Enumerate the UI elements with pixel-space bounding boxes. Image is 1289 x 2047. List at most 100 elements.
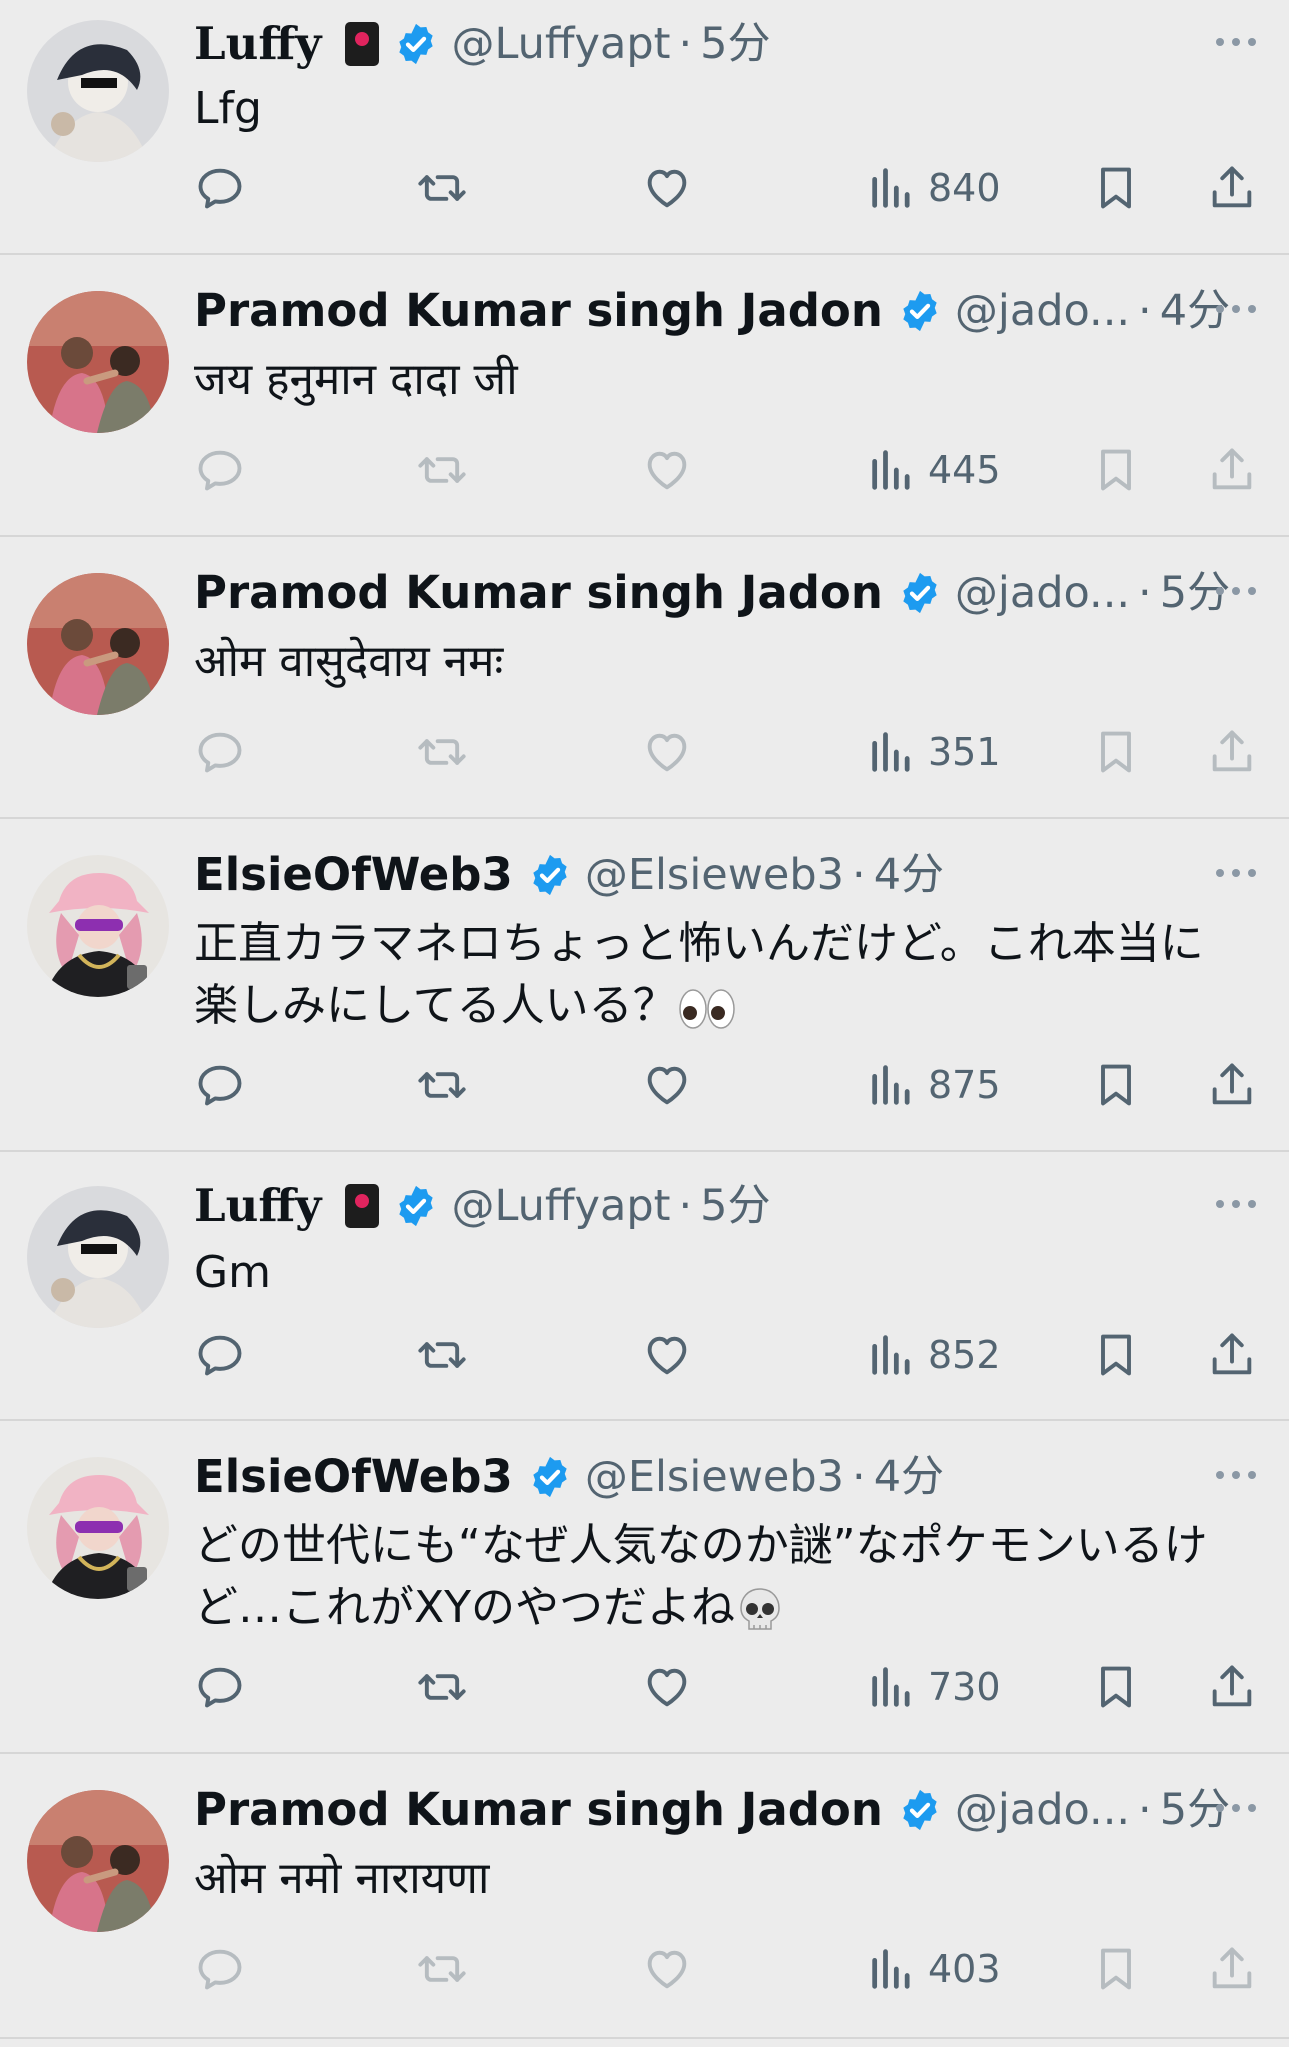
display-name[interactable]: Pramod Kumar singh Jadon	[194, 1784, 883, 1836]
views-count: 730	[928, 1665, 1001, 1709]
like-button[interactable]	[641, 1055, 693, 1115]
reply-button[interactable]	[194, 1657, 246, 1717]
bookmark-button[interactable]	[1090, 1325, 1142, 1385]
share-button[interactable]	[1206, 1939, 1258, 1999]
avatar[interactable]	[27, 855, 169, 997]
reply-button[interactable]	[194, 1055, 246, 1115]
avatar[interactable]	[27, 573, 169, 715]
views-count: 840	[928, 166, 1001, 210]
bookmark-button[interactable]	[1090, 1939, 1142, 1999]
avatar[interactable]	[27, 1186, 169, 1328]
views-button[interactable]: 840	[866, 158, 1001, 218]
like-button[interactable]	[641, 440, 693, 500]
reply-button[interactable]	[194, 1325, 246, 1385]
share-button[interactable]	[1206, 440, 1258, 500]
retweet-button[interactable]	[416, 1055, 468, 1115]
reply-button[interactable]	[194, 440, 246, 500]
action-bar: 852	[0, 1325, 1289, 1385]
share-button[interactable]	[1206, 1325, 1258, 1385]
tweet-text: जय हनुमान दादा जी	[194, 354, 518, 405]
card-emoji	[345, 22, 380, 66]
display-name[interactable]: Luffy	[194, 1180, 321, 1232]
retweet-button[interactable]	[416, 722, 468, 782]
retweet-button[interactable]	[416, 158, 468, 218]
tweet[interactable]: Luffy @Luffyapt · 5分 Gm 852	[0, 1152, 1289, 1421]
action-bar: 351	[0, 722, 1289, 782]
timestamp[interactable]: 4分	[874, 849, 944, 901]
like-button[interactable]	[641, 158, 693, 218]
views-count: 445	[928, 448, 1001, 492]
action-bar: 840	[0, 158, 1289, 218]
tweet[interactable]: Pramod Kumar singh Jadon @jado... · 5分 ओ…	[0, 537, 1289, 819]
retweet-button[interactable]	[416, 440, 468, 500]
share-button[interactable]	[1206, 158, 1258, 218]
timestamp[interactable]: 4分	[874, 1451, 944, 1503]
reply-button[interactable]	[194, 158, 246, 218]
bookmark-button[interactable]	[1090, 1657, 1142, 1717]
separator: ·	[1138, 286, 1152, 336]
share-button[interactable]	[1206, 1055, 1258, 1115]
avatar[interactable]	[27, 20, 169, 162]
like-button[interactable]	[641, 1325, 693, 1385]
retweet-button[interactable]	[416, 1657, 468, 1717]
views-button[interactable]: 730	[866, 1657, 1001, 1717]
avatar[interactable]	[27, 1790, 169, 1932]
like-icon	[647, 1668, 687, 1707]
tweet[interactable]: ElsieOfWeb3 @Elsieweb3 · 4分 正直カラマネロちょっと怖…	[0, 819, 1289, 1152]
views-button[interactable]: 351	[866, 722, 1001, 782]
like-button[interactable]	[641, 722, 693, 782]
views-button[interactable]: 403	[866, 1939, 1001, 1999]
more-icon[interactable]	[1211, 1182, 1261, 1226]
views-button[interactable]: 445	[866, 440, 1001, 500]
handle[interactable]: @jado...	[955, 567, 1130, 619]
timestamp[interactable]: 5分	[700, 1180, 770, 1232]
tweet[interactable]: Pramod Kumar singh Jadon @jado... · 5分 ओ…	[0, 1754, 1289, 2039]
share-button[interactable]	[1206, 1657, 1258, 1717]
bookmark-button[interactable]	[1090, 158, 1142, 218]
separator: ·	[852, 1452, 866, 1502]
separator: ·	[678, 1181, 693, 1231]
handle[interactable]: @jado...	[955, 285, 1130, 337]
reply-button[interactable]	[194, 1939, 246, 1999]
avatar[interactable]	[27, 1457, 169, 1599]
like-icon	[647, 733, 687, 772]
like-button[interactable]	[641, 1657, 693, 1717]
handle[interactable]: @Elsieweb3	[585, 1451, 844, 1503]
handle[interactable]: @jado...	[955, 1784, 1130, 1836]
display-name[interactable]: ElsieOfWeb3	[194, 849, 513, 901]
share-icon	[1212, 448, 1252, 490]
more-icon[interactable]	[1211, 1453, 1261, 1497]
display-name[interactable]: ElsieOfWeb3	[194, 1451, 513, 1503]
more-icon[interactable]	[1211, 1786, 1261, 1830]
more-icon[interactable]	[1211, 20, 1261, 64]
bookmark-button[interactable]	[1090, 722, 1142, 782]
avatar[interactable]	[27, 291, 169, 433]
views-icon	[872, 1667, 910, 1707]
tweet[interactable]: ElsieOfWeb3 @Elsieweb3 · 4分 どの世代にも“なぜ人気な…	[0, 1421, 1289, 1754]
more-icon[interactable]	[1211, 851, 1261, 895]
more-icon[interactable]	[1211, 569, 1261, 613]
timestamp[interactable]: 5分	[700, 18, 770, 70]
bookmark-button[interactable]	[1090, 440, 1142, 500]
reply-icon	[198, 1065, 242, 1106]
views-count: 875	[928, 1063, 1001, 1107]
handle[interactable]: @Luffyapt	[451, 1180, 670, 1232]
display-name[interactable]: Luffy	[194, 18, 321, 70]
tweet[interactable]: Luffy @Luffyapt · 5分 Lfg 840	[0, 0, 1289, 255]
handle[interactable]: @Luffyapt	[451, 18, 670, 70]
display-name[interactable]: Pramod Kumar singh Jadon	[194, 285, 883, 337]
display-name[interactable]: Pramod Kumar singh Jadon	[194, 567, 883, 619]
bookmark-button[interactable]	[1090, 1055, 1142, 1115]
views-button[interactable]: 852	[866, 1325, 1001, 1385]
handle[interactable]: @Elsieweb3	[585, 849, 844, 901]
like-icon	[647, 1066, 687, 1105]
share-button[interactable]	[1206, 722, 1258, 782]
tweet[interactable]: Pramod Kumar singh Jadon @jado... · 4分 ज…	[0, 255, 1289, 537]
verified-badge-icon	[527, 1454, 573, 1500]
reply-button[interactable]	[194, 722, 246, 782]
views-button[interactable]: 875	[866, 1055, 1001, 1115]
more-icon[interactable]	[1211, 287, 1261, 331]
retweet-button[interactable]	[416, 1325, 468, 1385]
like-button[interactable]	[641, 1939, 693, 1999]
retweet-button[interactable]	[416, 1939, 468, 1999]
